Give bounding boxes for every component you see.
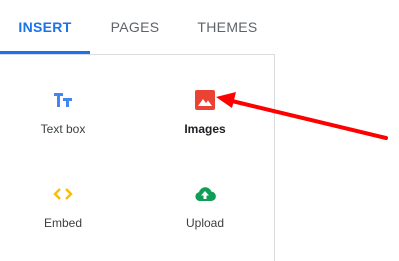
google-sites-insert-panel: INSERT PAGES THEMES Text box Images Embe… xyxy=(0,0,399,261)
text-box-label: Text box xyxy=(40,122,86,136)
upload-label: Upload xyxy=(185,216,225,230)
image-icon xyxy=(193,88,217,112)
insert-images-button[interactable]: Images xyxy=(150,82,260,152)
panel-tabs: INSERT PAGES THEMES xyxy=(0,0,275,54)
insert-embed-button[interactable]: Embed xyxy=(8,176,118,246)
tab-insert[interactable]: INSERT xyxy=(0,0,90,54)
embed-icon xyxy=(51,182,75,206)
insert-text-box-button[interactable]: Text box xyxy=(8,82,118,152)
insert-upload-button[interactable]: Upload xyxy=(150,176,260,246)
images-label: Images xyxy=(184,122,226,136)
upload-cloud-icon xyxy=(193,182,217,206)
tabs-divider xyxy=(0,54,275,55)
panel-divider xyxy=(274,55,275,261)
tab-pages[interactable]: PAGES xyxy=(90,0,180,54)
tab-themes[interactable]: THEMES xyxy=(180,0,275,54)
text-box-icon xyxy=(51,88,75,112)
embed-label: Embed xyxy=(43,216,83,230)
